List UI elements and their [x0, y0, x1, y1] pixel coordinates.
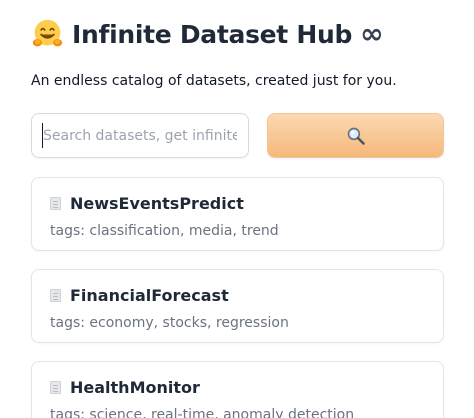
document-icon — [50, 197, 61, 210]
dataset-card[interactable]: HealthMonitor tags: science, real-time, … — [31, 361, 444, 418]
page-subtitle: An endless catalog of datasets, created … — [31, 73, 397, 89]
search-input[interactable] — [31, 113, 249, 158]
text-caret — [42, 123, 43, 148]
dataset-tags: tags: science, real-time, anomaly detect… — [50, 407, 355, 418]
document-icon — [50, 381, 61, 394]
hugging-face-emoji-icon — [32, 19, 63, 46]
header: Infinite Dataset Hub ∞ — [31, 14, 383, 54]
search-button[interactable] — [267, 113, 444, 158]
page-title: Infinite Dataset Hub — [72, 19, 353, 49]
dataset-name: HealthMonitor — [70, 378, 200, 397]
infinity-icon: ∞ — [360, 17, 384, 50]
dataset-name: NewsEventsPredict — [70, 194, 244, 213]
document-icon — [50, 289, 61, 302]
magnifier-icon — [347, 127, 365, 145]
dataset-tags: tags: classification, media, trend — [50, 223, 279, 239]
dataset-title-row: HealthMonitor — [50, 378, 200, 397]
dataset-card[interactable]: NewsEventsPredict tags: classification, … — [31, 177, 444, 251]
dataset-title-row: FinancialForecast — [50, 286, 229, 305]
page: Infinite Dataset Hub ∞ An endless catalo… — [0, 0, 474, 418]
dataset-name: FinancialForecast — [70, 286, 229, 305]
dataset-card[interactable]: FinancialForecast tags: economy, stocks,… — [31, 269, 444, 343]
dataset-tags: tags: economy, stocks, regression — [50, 315, 289, 331]
dataset-title-row: NewsEventsPredict — [50, 194, 244, 213]
